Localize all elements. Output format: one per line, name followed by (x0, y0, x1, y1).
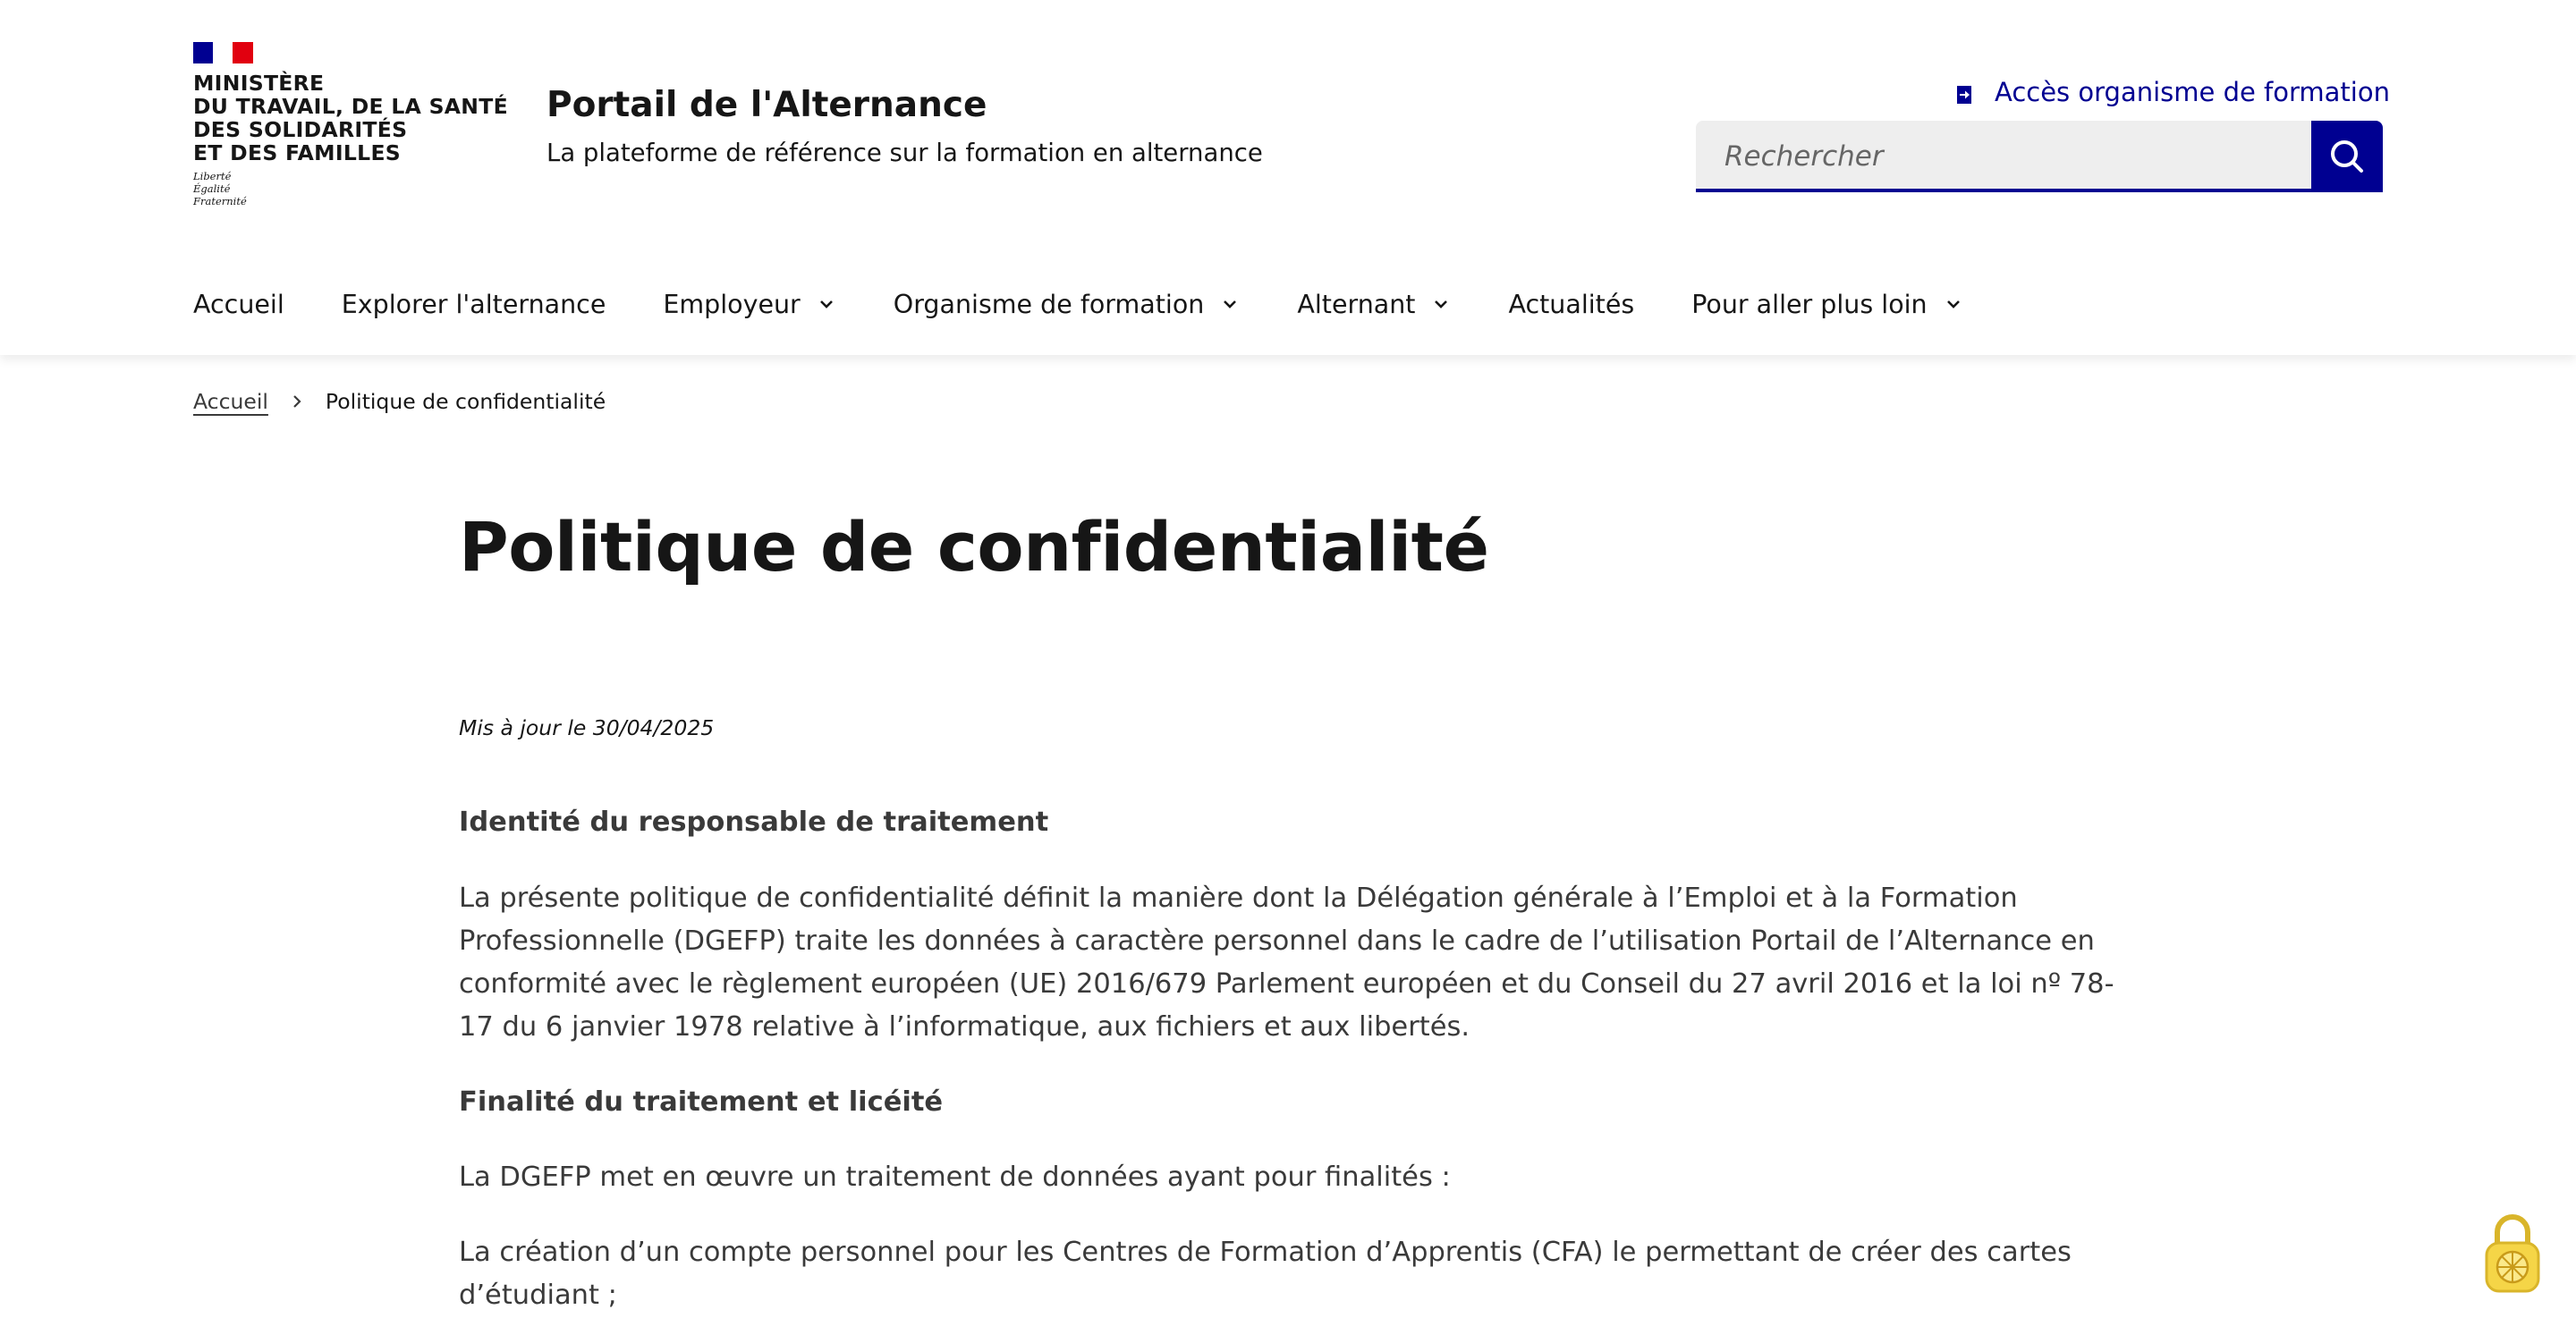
chevron-right-icon (293, 395, 301, 408)
nav-item-label: Pour aller plus loin (1691, 289, 1928, 319)
site-tagline: La plateforme de référence sur la format… (547, 139, 1263, 167)
paragraph-purpose-intro: La DGEFP met en œuvre un traitement de d… (459, 1156, 2105, 1199)
breadcrumb: Accueil Politique de confidentialité (193, 386, 606, 417)
site-title[interactable]: Portail de l'Alternance (547, 84, 987, 127)
nav-item-actualites[interactable]: Actualités (1508, 290, 1634, 319)
ministry-line: DU TRAVAIL, DE LA SANTÉ (193, 94, 508, 119)
motto-line: Liberté (193, 170, 232, 182)
access-link-label: Accès organisme de formation (1995, 77, 2390, 107)
paragraph-line: d’étudiant ; (459, 1280, 617, 1311)
nav-item-accueil[interactable]: Accueil (193, 290, 284, 319)
french-flag-logo (193, 42, 253, 63)
chevron-down-icon (1435, 300, 1448, 308)
paragraph-identity: La présente politique de confidentialité… (459, 877, 2114, 1049)
paragraph-line: conformité avec le règlement européen (U… (459, 968, 2114, 1000)
section-title-purpose: Finalité du traitement et licéité (459, 1086, 944, 1118)
nav-item-explorer[interactable]: Explorer l'alternance (342, 290, 606, 319)
nav-item-organisme[interactable]: Organisme de formation (894, 290, 1241, 319)
paragraph-line: La création d’un compte personnel pour l… (459, 1237, 2072, 1268)
chevron-down-icon (1224, 300, 1237, 308)
motto-line: Égalité (193, 182, 231, 195)
section-title-identity: Identité du responsable de traitement (459, 807, 1049, 838)
breadcrumb-home-link[interactable]: Accueil (193, 389, 268, 414)
search-input[interactable]: Rechercher (1696, 121, 2311, 192)
breadcrumb-current: Politique de confidentialité (325, 389, 606, 414)
ministry-name[interactable]: MINISTÈRE DU TRAVAIL, DE LA SANTÉ DES SO… (193, 72, 508, 165)
republic-motto: Liberté Égalité Fraternité (193, 170, 247, 207)
ministry-line: DES SOLIDARITÉS (193, 117, 408, 142)
paragraph-line: La DGEFP met en œuvre un traitement de d… (459, 1162, 1451, 1193)
paragraph-line: Professionnelle (DGEFP) traite les donné… (459, 925, 2095, 957)
paragraph-purpose-account: La création d’un compte personnel pour l… (459, 1231, 2105, 1317)
paragraph-line: La présente politique de confidentialité… (459, 883, 2018, 914)
ministry-line: ET DES FAMILLES (193, 140, 402, 165)
paragraph-line: 17 du 6 janvier 1978 relative à l’inform… (459, 1011, 1470, 1043)
search-icon (2331, 140, 2363, 173)
main-navigation: Accueil Explorer l'alternance Employeur … (193, 277, 2021, 331)
nav-item-label: Organisme de formation (893, 289, 1205, 319)
updated-date: Mis à jour le 30/04/2025 (459, 715, 715, 740)
nav-item-label: Actualités (1508, 289, 1635, 319)
nav-item-employeur[interactable]: Employeur (663, 290, 835, 319)
page-title: Politique de confidentialité (459, 507, 1489, 587)
search-button[interactable] (2311, 121, 2383, 192)
chevron-down-icon (819, 300, 833, 308)
nav-item-plus-loin[interactable]: Pour aller plus loin (1691, 290, 1962, 319)
privacy-lock-widget[interactable] (2481, 1209, 2544, 1295)
search-bar: Rechercher (1696, 121, 2383, 192)
nav-item-label: Alternant (1297, 289, 1416, 319)
login-arrow-icon (1953, 81, 1975, 104)
site-header: MINISTÈRE DU TRAVAIL, DE LA SANTÉ DES SO… (0, 0, 2576, 355)
nav-item-label: Accueil (193, 289, 284, 319)
nav-item-label: Explorer l'alternance (341, 289, 606, 319)
main-content: Politique de confidentialité Mis à jour … (459, 501, 2114, 1311)
motto-line: Fraternité (193, 195, 247, 207)
ministry-line: MINISTÈRE (193, 71, 325, 96)
access-training-org-link[interactable]: Accès organisme de formation (1953, 74, 2390, 110)
nav-item-alternant[interactable]: Alternant (1297, 290, 1451, 319)
nav-item-label: Employeur (663, 289, 801, 319)
search-placeholder: Rechercher (1724, 140, 1884, 173)
padlock-icon (2485, 1214, 2540, 1293)
chevron-down-icon (1946, 300, 1960, 308)
